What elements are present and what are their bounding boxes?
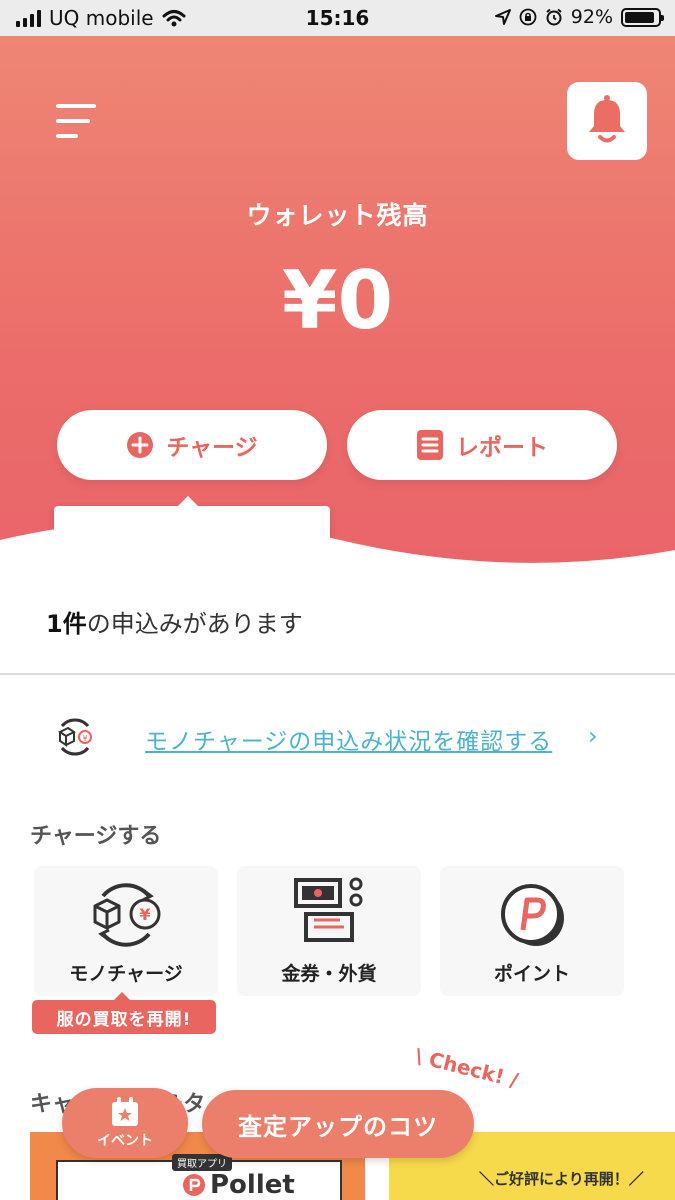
application-count-number: 1件 bbox=[46, 610, 87, 638]
appraisal-tips-button[interactable]: 査定アップのコツ bbox=[202, 1090, 474, 1158]
divider bbox=[0, 673, 675, 675]
mono-status-row[interactable]: ¥ モノチャージの申込み状況を確認する › bbox=[0, 710, 675, 766]
wallet-header: ウォレット残高 ¥0 チャージ レポート まずはチャージしよう！ bbox=[0, 36, 675, 586]
voucher-icon bbox=[294, 877, 363, 942]
mono-charge-label: モノチャージ bbox=[69, 963, 183, 985]
mono-charge-icon: ¥ bbox=[93, 883, 161, 947]
event-label: イベント bbox=[97, 1133, 153, 1149]
status-bar: UQ mobile 15:16 92% bbox=[0, 0, 675, 36]
battery-icon bbox=[621, 7, 664, 27]
report-list-icon bbox=[417, 430, 443, 460]
pollet-app-tag: 買取アプリ bbox=[172, 1154, 232, 1171]
mono-status-link[interactable]: モノチャージの申込み状況を確認する bbox=[145, 722, 552, 756]
charge-label: チャージ bbox=[166, 435, 258, 461]
chevron-right-icon: › bbox=[588, 722, 598, 750]
pollet-logo-text: Pollet bbox=[210, 1170, 295, 1200]
bell-icon bbox=[589, 95, 625, 143]
header-wave bbox=[0, 520, 675, 590]
status-right: 92% bbox=[494, 6, 664, 28]
application-count-text: の申込みがあります bbox=[86, 610, 303, 638]
voucher-card[interactable]: 金券・外貨 bbox=[237, 866, 421, 996]
hamburger-menu-icon[interactable] bbox=[54, 104, 98, 140]
battery-percent: 92% bbox=[570, 6, 613, 28]
reopen-banner-text: ＼ご好評により再開！／ bbox=[479, 1170, 644, 1188]
clothes-buyback-badge: 服の買取を再開! bbox=[32, 992, 216, 1034]
alarm-icon bbox=[546, 8, 562, 26]
report-label: レポート bbox=[456, 435, 548, 461]
wallet-title: ウォレット残高 bbox=[246, 201, 429, 230]
orientation-lock-icon bbox=[519, 8, 537, 26]
check-label: \ Check! / bbox=[412, 1043, 521, 1093]
calendar-star-icon bbox=[112, 1097, 138, 1126]
pollet-logo: Pollet bbox=[182, 1170, 295, 1200]
charge-section-title: チャージする bbox=[30, 824, 162, 849]
report-button[interactable]: レポート bbox=[347, 410, 617, 480]
point-card[interactable]: ポイント bbox=[440, 866, 624, 996]
mono-exchange-icon: ¥ bbox=[58, 718, 92, 756]
wallet-balance: ¥0 bbox=[281, 254, 394, 347]
plus-circle-icon bbox=[127, 432, 154, 458]
location-arrow-icon bbox=[494, 9, 511, 25]
point-label: ポイント bbox=[493, 963, 570, 985]
application-count: 1件の申込みがあります bbox=[46, 604, 303, 639]
charge-button[interactable]: チャージ bbox=[57, 410, 327, 480]
event-button[interactable]: イベント bbox=[62, 1088, 188, 1158]
voucher-label: 金券・外貨 bbox=[281, 963, 377, 985]
pollet-p-icon bbox=[183, 1174, 205, 1196]
svg-text:¥: ¥ bbox=[139, 905, 150, 924]
notification-button[interactable] bbox=[567, 82, 647, 160]
svg-text:¥: ¥ bbox=[82, 734, 87, 743]
point-icon bbox=[501, 884, 564, 946]
mono-charge-card[interactable]: ¥ モノチャージ bbox=[34, 866, 218, 996]
